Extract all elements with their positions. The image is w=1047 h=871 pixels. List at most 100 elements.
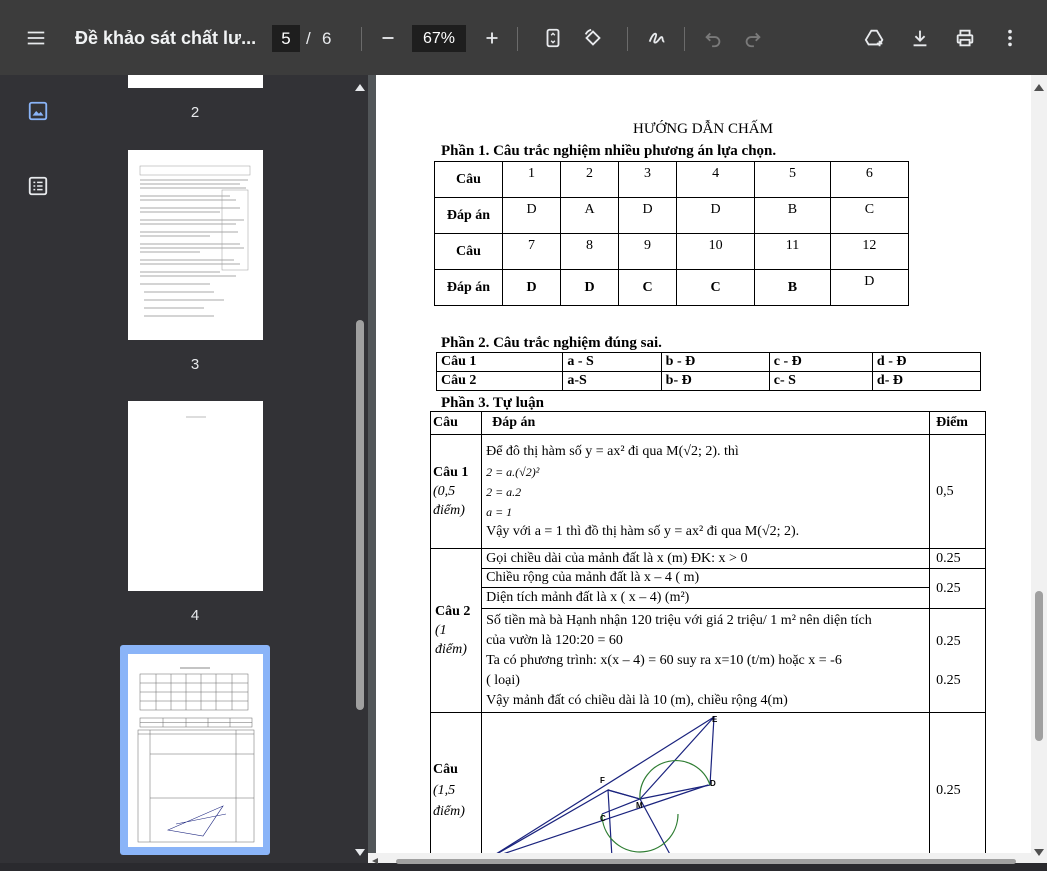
part3-essay-table: Câu Đáp án Điểm Câu 1 (0,5 điểm) Để đô t… [429,411,986,863]
thumbnails-view-icon[interactable] [26,99,50,123]
horizontal-scrollbar[interactable] [368,853,1031,864]
q2-block-line: Vậy mảnh đất có chiều dài là 10 (m), chi… [486,692,788,708]
q2-row-score: 0.25 [929,548,986,569]
q2-block-cell: Số tiền mà bà Hạnh nhận 120 triệu với gi… [481,608,931,713]
zoom-input[interactable]: 67% [412,25,466,52]
document-scrollbar[interactable] [1031,75,1047,863]
part2-title: Phần 2. Câu trắc nghiệm đúng sai. [441,335,662,351]
q1-line: 2 = a.2 [486,484,522,499]
part1-cell: 12 [829,233,910,270]
part1-cell: D [829,269,910,306]
q2-row: Gọi chiều dài của mảnh đất là x (m) ĐK: … [481,548,931,569]
q1-answer-cell: Để đô thị hàm số y = ax² đi qua M(√2; 2)… [481,434,931,549]
part1-cell: 3 [618,161,677,198]
document-title: Đề khảo sát chất lư... [75,28,257,48]
part2-cell: a - S [562,352,662,372]
header-diem: Điểm [929,411,986,435]
toolbar: Đề khảo sát chất lư... 5 / 6 67% [0,0,1047,75]
part1-row-label: Câu [434,161,503,198]
part1-cell: D [560,269,619,306]
q1-score: 0,5 [929,434,986,549]
toolbar-divider [627,27,628,51]
zoom-in-icon[interactable] [476,22,508,54]
undo-icon[interactable] [697,22,729,54]
q1-line: 2 = a.(√2)² [486,464,540,479]
sidebar-scrollbar[interactable] [352,75,368,863]
q3-label: Câu [433,762,458,777]
thumbnail-page-number: 4 [190,607,200,624]
q2-block-line: ( loại) [486,672,520,688]
page-thumbnail[interactable] [128,150,263,340]
figure-label: C [600,814,606,823]
q1-points: (0,5 điểm) [433,484,465,518]
toolbar-divider [684,27,685,51]
part1-cell: 6 [829,161,910,198]
drive-add-icon[interactable] [859,22,891,54]
page-thumbnail[interactable] [128,75,263,88]
page-thumbnail[interactable] [128,401,263,591]
q2-row: Diện tích mảnh đất là x ( x – 4) (m²) [481,587,931,609]
part1-cell: C [829,197,910,234]
header-dap-an: Đáp án [481,411,931,435]
page-total: 6 [322,29,332,48]
q1-line: a = 1 [486,504,513,519]
part2-cell: a-S [562,371,662,391]
part1-row: Đáp án D A D D B C [434,197,910,234]
part1-cell: A [560,197,619,234]
part1-cell: C [618,269,677,306]
q2-block-score: 0.25 [936,672,961,688]
part1-cell: B [754,269,831,306]
q2-block-line: Ta có phương trình: x(x – 4) = 60 suy ra… [486,652,842,668]
part1-row-label: Câu [434,233,503,270]
q2-points: (1 điểm) [435,623,467,657]
page-number-input[interactable]: 5 [272,25,300,52]
part2-answer-table: Câu 1a - Sb - Đc - Đd - Đ Câu 2 a-S b- Đc- … [435,352,982,391]
q3-figure-cell: E F D M C P [481,712,931,863]
part1-row-label: Đáp án [434,197,503,234]
more-options-icon[interactable] [994,22,1026,54]
q3-points: (1,5 điểm) [433,783,465,819]
page-separator: / [306,29,311,48]
document-heading: HƯỚNG DẪN CHẤM [633,121,773,137]
part1-cell: 5 [754,161,831,198]
q2-block-line: của vườn là 120:20 = 60 [486,632,623,648]
print-icon[interactable] [949,22,981,54]
outline-view-icon[interactable] [26,174,50,198]
figure-label: E [712,715,718,724]
part2-row: Câu 1a - Sb - Đc - Đd - Đ [435,352,982,372]
part1-cell: 10 [675,233,756,270]
part1-row: Câu 1 2 3 4 5 6 [434,161,910,198]
q2-row-score: 0.25 [929,568,986,609]
download-icon[interactable] [904,22,936,54]
q3-label-cell: Câu (1,5 điểm) [429,712,483,863]
part1-cell: 4 [675,161,756,198]
part2-row-label: Câu 2 [435,371,564,391]
part2-cell: c - Đ [768,352,873,372]
part1-cell: 2 [560,161,619,198]
part1-answer-table: Câu 1 2 3 4 5 6 Đáp án D A D D B C Câu 7 8 9 10 11 12 Đáp án D… [434,161,910,306]
header-cau: Câu [429,411,483,435]
q2-label-cell: Câu 2 (1 điểm) [429,548,483,713]
geometry-figure: E F D M C P [484,715,718,861]
pdf-page: HƯỚNG DẪN CHẤM Phần 1. Câu trắc nghiệm n… [376,75,1031,863]
q1-line: Để đô thị hàm số y = ax² đi qua M(√2; 2)… [486,443,739,459]
q2-block-score: 0.25 [936,633,961,649]
part1-row: Câu 7 8 9 10 11 12 [434,233,910,270]
q2-block-scores: 0.25 0.25 [929,608,986,713]
menu-icon[interactable] [20,22,52,54]
draw-icon[interactable] [641,22,673,54]
part2-cell: b- Đ [660,371,770,391]
figure-label: F [600,776,605,785]
rotate-icon[interactable] [577,22,609,54]
thumbnail-sidebar: 2 3 4 [0,75,355,863]
q2-label: Câu 2 [435,604,471,619]
page-thumbnail-selected[interactable] [128,654,263,847]
redo-icon[interactable] [737,22,769,54]
fit-page-icon[interactable] [537,22,569,54]
part3-title: Phần 3. Tự luận [441,395,544,411]
zoom-out-icon[interactable] [372,22,404,54]
thumbnail-page-number: 2 [190,104,200,121]
part1-row: Đáp án D D C C B D [434,269,910,306]
document-viewer[interactable]: HƯỚNG DẪN CHẤM Phần 1. Câu trắc nghiệm n… [368,75,1047,863]
part1-row-label: Đáp án [434,269,503,306]
